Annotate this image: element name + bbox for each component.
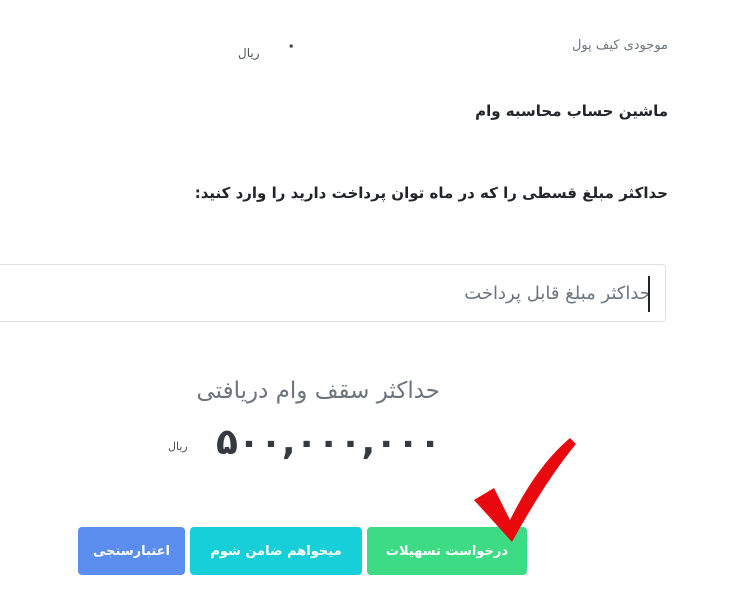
become-guarantor-button[interactable]: میخواهم ضامن شوم bbox=[190, 527, 362, 575]
max-loan-unit: ریال bbox=[168, 440, 188, 453]
payment-instruction: حداکثر مبلغ قسطی را که در ماه توان پرداخ… bbox=[194, 184, 668, 202]
calculator-title: ماشین حساب محاسبه وام bbox=[475, 102, 668, 120]
max-payment-input[interactable] bbox=[0, 265, 665, 321]
wallet-balance-value: ۰ bbox=[286, 36, 297, 56]
max-loan-heading: حداکثر سقف وام دریافتی bbox=[196, 378, 440, 404]
credit-validation-button[interactable]: اعتبارسنجی bbox=[78, 527, 185, 575]
text-caret bbox=[648, 276, 650, 312]
max-loan-amount: ۵۰۰,۰۰۰,۰۰۰ bbox=[216, 422, 442, 463]
checkmark-icon bbox=[474, 438, 576, 542]
wallet-balance-label: موجودی کیف پول bbox=[571, 38, 668, 53]
max-payment-field bbox=[0, 264, 666, 322]
wallet-balance-unit: ریال bbox=[238, 46, 260, 60]
